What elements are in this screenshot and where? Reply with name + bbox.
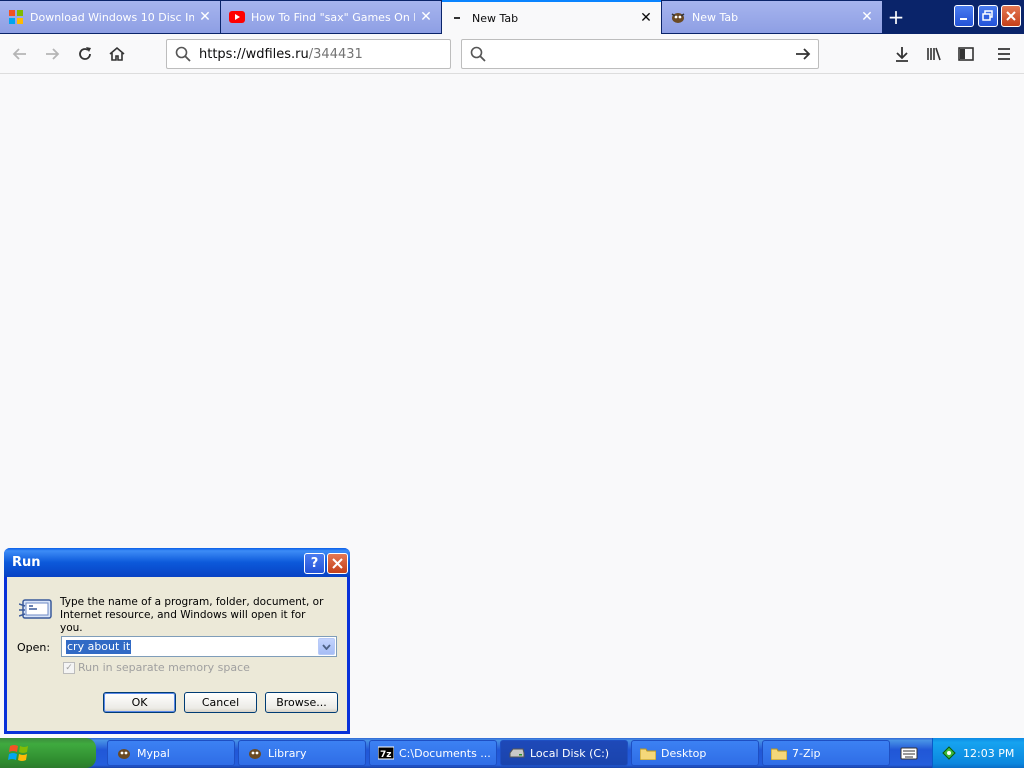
tab-strip: Download Windows 10 Disc Image ✕ How To …	[0, 0, 1024, 34]
back-button[interactable]	[6, 40, 34, 68]
search-go-button[interactable]	[788, 45, 818, 63]
taskbar-item-library[interactable]: Library	[238, 740, 366, 766]
sidebar-button[interactable]	[952, 40, 980, 68]
animal-icon	[247, 745, 263, 761]
search-bar[interactable]	[461, 39, 819, 69]
reload-icon	[79, 47, 91, 60]
run-dialog-title: Run	[12, 555, 41, 570]
tab-title: New Tab	[692, 10, 739, 24]
keyboard-icon[interactable]	[900, 745, 918, 761]
taskbar-item-label: C:\Documents ...	[399, 746, 491, 760]
network-icon[interactable]	[941, 745, 957, 761]
close-tab-icon[interactable]: ✕	[635, 7, 657, 29]
close-tab-icon[interactable]: ✕	[194, 6, 216, 28]
taskbar-item-label: Library	[268, 746, 307, 760]
close-window-button[interactable]	[1001, 5, 1021, 27]
close-tab-icon[interactable]: ✕	[856, 6, 878, 28]
search-icon	[470, 46, 486, 62]
minimize-icon	[960, 18, 967, 20]
taskbar-item-label: Desktop	[661, 746, 707, 760]
run-dialog-titlebar[interactable]: Run	[4, 548, 350, 577]
tab-youtube[interactable]: How To Find "sax" Games On ROBLOX ✕	[221, 1, 441, 33]
taskbar-item-label: Local Disk (C:)	[530, 746, 610, 760]
ok-button[interactable]: OK	[103, 692, 176, 713]
close-icon	[332, 558, 343, 569]
forward-arrow-icon	[46, 48, 60, 60]
url-path: /344431	[308, 46, 363, 62]
taskbar-item-label: Mypal	[137, 746, 170, 760]
restore-icon	[982, 10, 993, 21]
home-button[interactable]	[103, 40, 131, 68]
taskbar-item-label: 7-Zip	[792, 746, 821, 760]
restore-button[interactable]	[978, 5, 998, 27]
download-icon	[896, 47, 908, 62]
reload-button[interactable]	[71, 40, 99, 68]
tab-new-tab-active[interactable]: New Tab ✕	[442, 0, 661, 34]
checkbox-check-icon: ✓	[63, 661, 75, 674]
tab-title: Download Windows 10 Disc Image	[30, 10, 194, 24]
checkbox-label: Run in separate memory space	[78, 661, 250, 674]
tab-title: How To Find "sax" Games On ROBLOX	[251, 10, 415, 24]
taskbar-item-mypal[interactable]: Mypal	[107, 740, 235, 766]
tab-windows10[interactable]: Download Windows 10 Disc Image ✕	[0, 1, 220, 33]
open-input-value[interactable]: cry about it	[66, 640, 132, 654]
new-tab-button[interactable]: +	[882, 4, 910, 30]
folder-icon	[640, 745, 656, 761]
close-tab-icon[interactable]: ✕	[415, 6, 437, 28]
cancel-button[interactable]: Cancel	[184, 692, 257, 713]
open-label: Open:	[17, 641, 51, 654]
youtube-icon	[229, 9, 245, 25]
taskbar-item-local-disk[interactable]: Local Disk (C:)	[500, 740, 628, 766]
svg-text:7z: 7z	[380, 750, 392, 760]
home-icon	[109, 46, 125, 61]
dropdown-arrow-button[interactable]	[318, 638, 335, 655]
taskbar-item-documents[interactable]: 7z C:\Documents ...	[369, 740, 497, 766]
windows-logo-icon	[8, 745, 28, 761]
chevron-down-icon	[322, 643, 331, 650]
system-tray: 12:03 PM	[932, 738, 1024, 768]
separate-memory-checkbox[interactable]: ✓ Run in separate memory space	[63, 661, 250, 674]
library-icon	[927, 47, 941, 61]
clock[interactable]: 12:03 PM	[963, 747, 1014, 760]
close-icon	[1006, 11, 1016, 21]
animal-icon	[116, 745, 132, 761]
disk-icon	[509, 745, 525, 761]
taskbar-item-desktop[interactable]: Desktop	[631, 740, 759, 766]
start-button[interactable]	[0, 738, 96, 768]
browse-button[interactable]: Browse...	[265, 692, 338, 713]
downloads-button[interactable]	[888, 40, 916, 68]
animal-icon	[670, 9, 686, 25]
close-dialog-button[interactable]	[327, 553, 348, 574]
7zip-icon: 7z	[378, 745, 394, 761]
tab-title: New Tab	[472, 11, 519, 25]
search-icon	[175, 46, 191, 62]
microsoft-icon	[8, 9, 24, 25]
taskbar-item-7zip[interactable]: 7-Zip	[762, 740, 890, 766]
back-arrow-icon	[12, 48, 26, 60]
navigation-toolbar: https://wdfiles.ru/344431	[0, 34, 1024, 74]
taskbar: Mypal Library 7z C:\Documents ... Local …	[0, 738, 1024, 768]
dot-icon	[450, 10, 466, 26]
help-button[interactable]: ?	[304, 553, 325, 574]
sidebar-icon	[958, 47, 974, 61]
minimize-button[interactable]	[954, 5, 974, 27]
menu-button[interactable]	[990, 40, 1018, 68]
url-host: https://wdfiles.ru	[199, 46, 309, 62]
tab-new-tab[interactable]: New Tab ✕	[662, 1, 882, 33]
run-dialog: Run ? Type the name of a program, folder…	[4, 548, 350, 734]
run-program-icon	[18, 596, 53, 624]
hamburger-menu-icon	[998, 48, 1010, 60]
library-button[interactable]	[920, 40, 948, 68]
search-input[interactable]	[494, 46, 788, 62]
open-combobox[interactable]: cry about it	[61, 636, 337, 657]
url-bar[interactable]: https://wdfiles.ru/344431	[166, 39, 451, 69]
forward-button[interactable]	[38, 40, 66, 68]
arrow-right-icon	[796, 48, 811, 60]
folder-icon	[771, 745, 787, 761]
run-description: Type the name of a program, folder, docu…	[60, 596, 324, 634]
